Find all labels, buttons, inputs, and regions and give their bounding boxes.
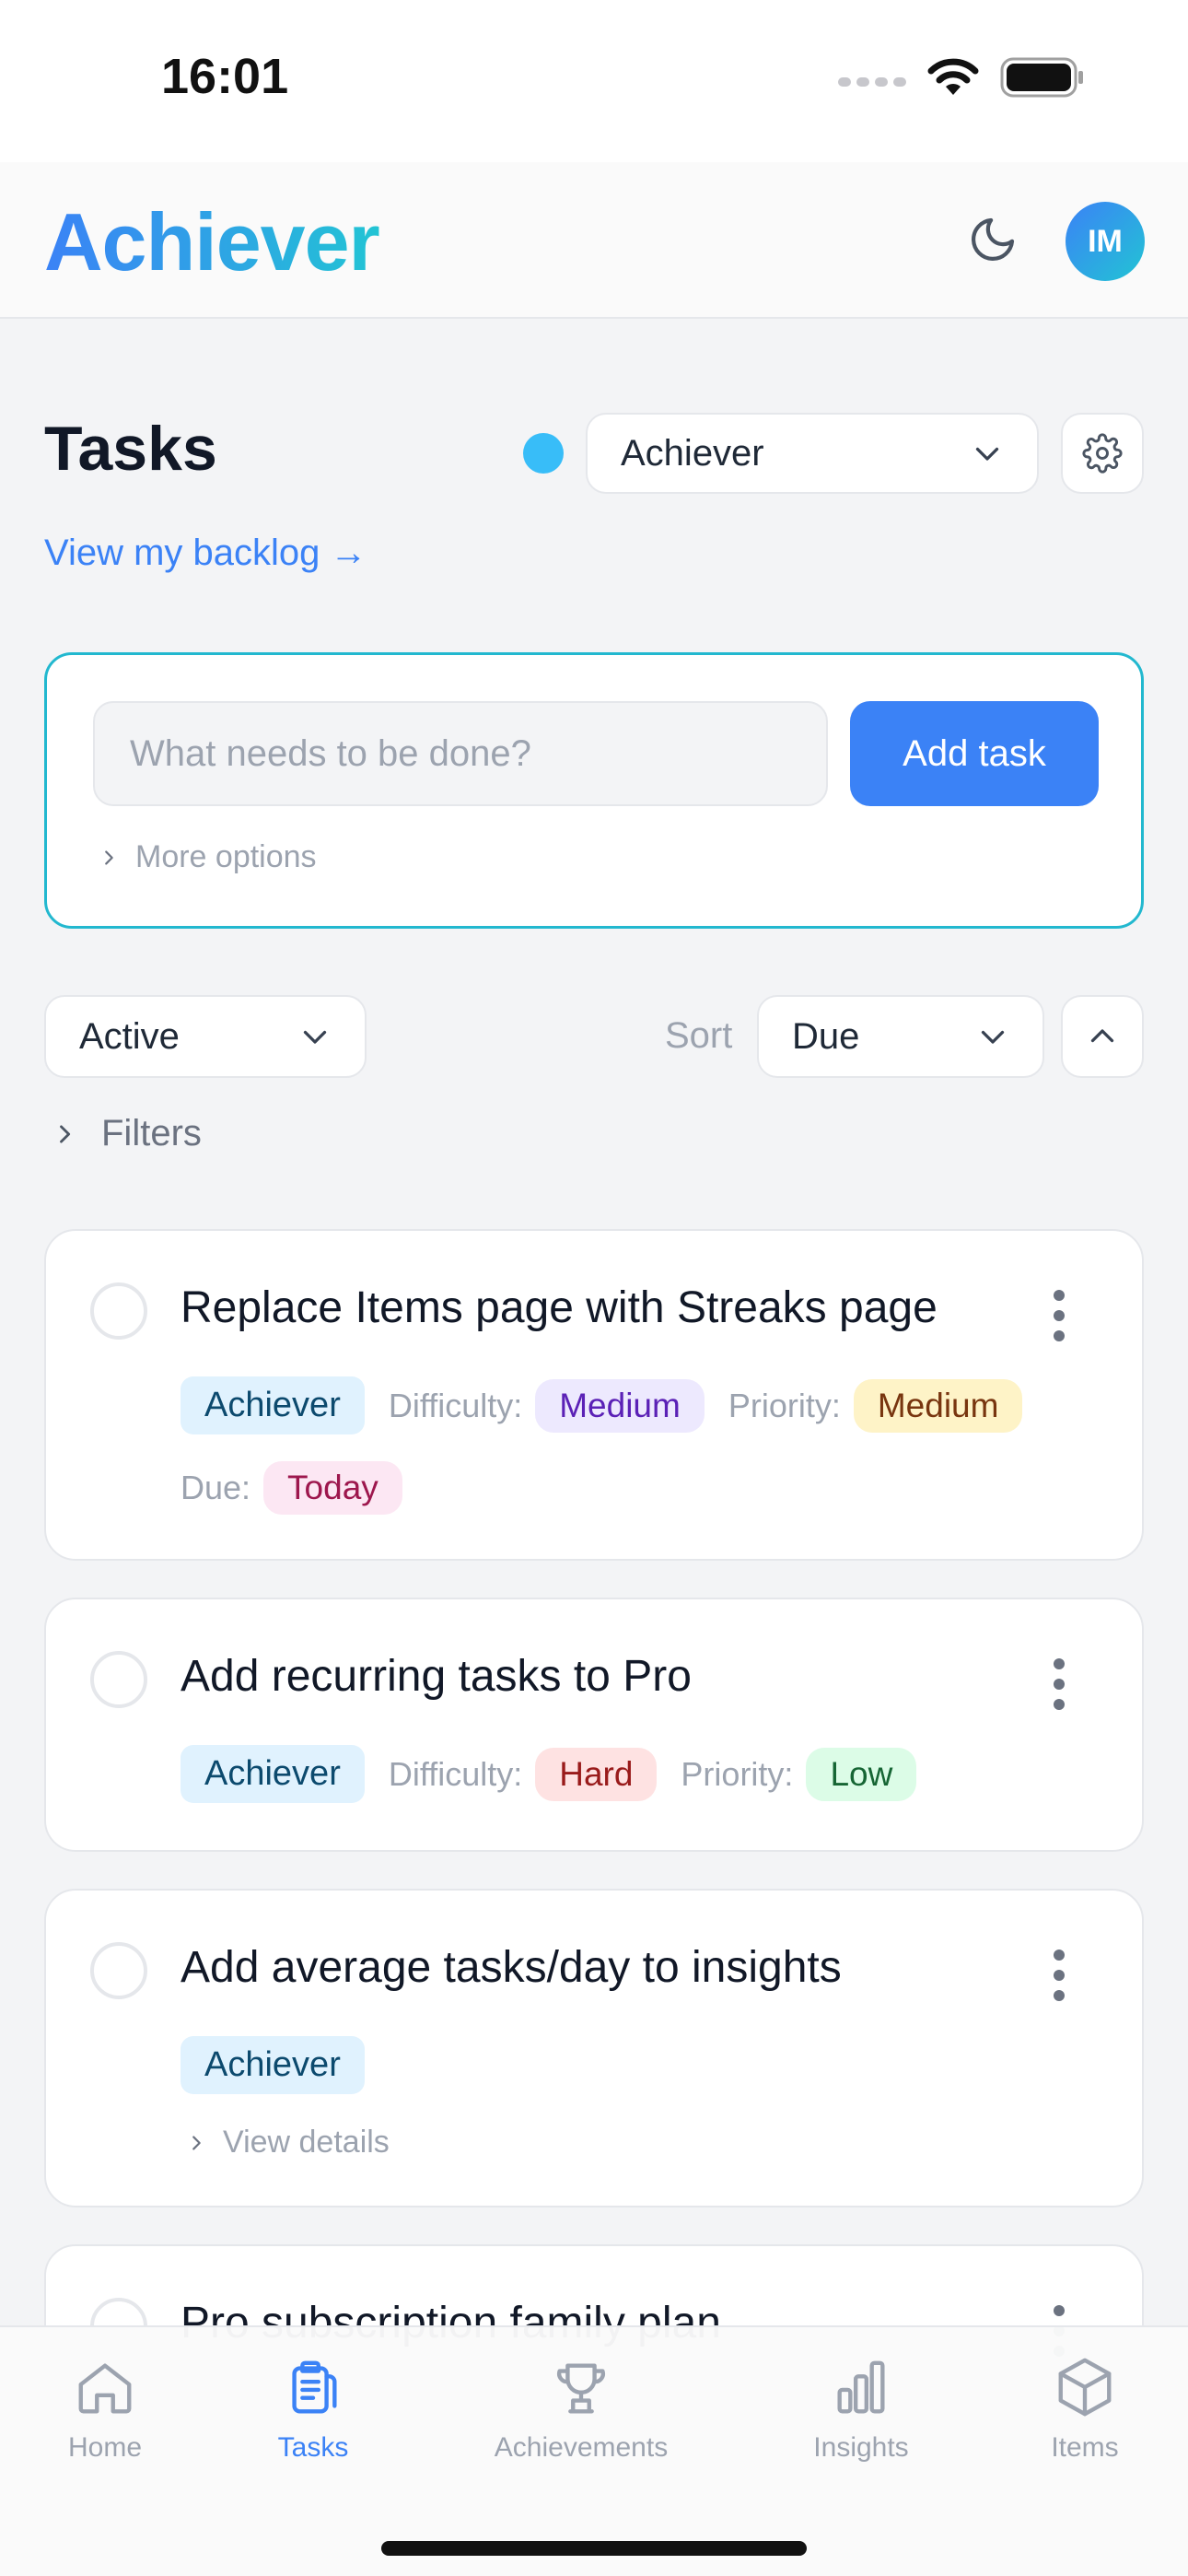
- add-task-card: What needs to be done? Add task More opt…: [44, 652, 1144, 929]
- priority-badge: Medium: [853, 1378, 1023, 1433]
- wifi-icon: [927, 58, 979, 95]
- task-meta: Achiever: [181, 2036, 365, 2094]
- priority-badge: Low: [806, 1747, 917, 1801]
- chevron-down-icon: [303, 1030, 327, 1044]
- nav-home[interactable]: Home: [59, 2355, 151, 2464]
- priority-label: Priority:: [681, 1754, 794, 1793]
- difficulty-badge: Medium: [535, 1378, 705, 1433]
- chevron-down-icon: [975, 447, 999, 461]
- task-due: Due: Today: [181, 1461, 402, 1515]
- dark-mode-toggle[interactable]: [963, 210, 1022, 269]
- app-header: Achiever IM: [0, 162, 1188, 319]
- nav-label: Achievements: [494, 2432, 669, 2463]
- nav-tasks[interactable]: Tasks: [267, 2355, 359, 2464]
- chevron-right-icon: [105, 849, 113, 865]
- nav-label: Items: [1051, 2432, 1119, 2463]
- more-vertical-icon[interactable]: [1050, 1658, 1068, 1710]
- view-details-toggle[interactable]: View details: [186, 2125, 390, 2160]
- sort-label: Sort: [665, 1015, 733, 1056]
- home-indicator: [381, 2541, 807, 2556]
- difficulty-badge: Hard: [535, 1747, 658, 1801]
- bottom-nav: Home Tasks Achievements Insights Items: [0, 2325, 1188, 2576]
- task-meta: Achiever Difficulty: Hard Priority: Low: [181, 1745, 917, 1803]
- add-task-button[interactable]: Add task: [850, 701, 1099, 806]
- battery-icon: [1000, 57, 1083, 98]
- difficulty-label: Difficulty:: [388, 1754, 523, 1793]
- priority-label: Priority:: [728, 1386, 841, 1424]
- chevron-down-icon: [981, 1030, 1005, 1044]
- page-title: Tasks: [44, 414, 217, 484]
- nav-label: Tasks: [277, 2432, 349, 2463]
- status-filter-value: Active: [79, 1015, 180, 1057]
- nav-achievements[interactable]: Achievements: [475, 2355, 687, 2464]
- more-vertical-icon[interactable]: [1050, 1290, 1068, 1341]
- nav-items[interactable]: Items: [1039, 2355, 1131, 2464]
- nav-label: Insights: [813, 2432, 909, 2463]
- status-filter-select[interactable]: Active: [44, 995, 367, 1078]
- project-color-dot: [523, 433, 564, 474]
- project-select-value: Achiever: [621, 432, 764, 474]
- task-title[interactable]: Add recurring tasks to Pro: [181, 1651, 692, 1702]
- project-select[interactable]: Achiever: [586, 413, 1039, 494]
- home-icon: [78, 2363, 132, 2414]
- status-time: 16:01: [161, 49, 289, 104]
- cellular-signal-icon: [838, 77, 906, 87]
- more-vertical-icon[interactable]: [1050, 1950, 1068, 2001]
- project-badge: Achiever: [181, 2036, 365, 2094]
- sort-value: Due: [792, 1015, 860, 1057]
- status-icons: [838, 57, 1085, 98]
- more-options-toggle[interactable]: More options: [99, 839, 317, 875]
- due-label: Due:: [181, 1469, 251, 1506]
- project-settings-button[interactable]: [1061, 413, 1144, 494]
- due-badge: Today: [263, 1461, 402, 1515]
- project-badge: Achiever: [181, 1376, 365, 1434]
- chevron-right-icon: [192, 2135, 201, 2150]
- clipboard-icon: [292, 2360, 337, 2414]
- task-card: Add average tasks/day to insights Achiev…: [44, 1889, 1144, 2207]
- task-complete-checkbox[interactable]: [90, 1282, 147, 1340]
- view-details-label: View details: [223, 2125, 390, 2160]
- bar-chart-icon: [837, 2360, 885, 2414]
- view-backlog-link[interactable]: View my backlog →: [44, 533, 367, 574]
- filters-label: Filters: [101, 1113, 202, 1153]
- task-card: Add recurring tasks to Pro Achiever Diff…: [44, 1598, 1144, 1852]
- gear-icon: [1082, 433, 1123, 474]
- sort-select[interactable]: Due: [757, 995, 1044, 1078]
- filters-toggle[interactable]: Filters: [52, 1113, 202, 1154]
- chevron-right-icon: [60, 1124, 71, 1143]
- status-bar: 16:01: [0, 0, 1188, 162]
- task-meta: Achiever Difficulty: Medium Priority: Me…: [181, 1376, 1023, 1434]
- task-title[interactable]: Replace Items page with Streaks page: [181, 1282, 938, 1333]
- task-card: Replace Items page with Streaks page Ach…: [44, 1229, 1144, 1561]
- task-complete-checkbox[interactable]: [90, 1942, 147, 1999]
- task-title[interactable]: Add average tasks/day to insights: [181, 1942, 842, 1993]
- project-badge: Achiever: [181, 1745, 365, 1803]
- nav-insights[interactable]: Insights: [801, 2355, 921, 2464]
- more-options-label: More options: [135, 839, 317, 874]
- trophy-icon: [556, 2363, 606, 2414]
- cube-icon: [1058, 2358, 1112, 2417]
- avatar[interactable]: IM: [1066, 202, 1145, 281]
- new-task-input[interactable]: What needs to be done?: [93, 701, 828, 806]
- nav-label: Home: [67, 2432, 143, 2463]
- moon-icon: [972, 217, 1015, 261]
- brand-logo[interactable]: Achiever: [44, 195, 380, 289]
- difficulty-label: Difficulty:: [388, 1386, 523, 1424]
- sort-direction-button[interactable]: [1061, 995, 1144, 1078]
- chevron-up-icon: [1090, 1029, 1114, 1043]
- task-complete-checkbox[interactable]: [90, 1651, 147, 1708]
